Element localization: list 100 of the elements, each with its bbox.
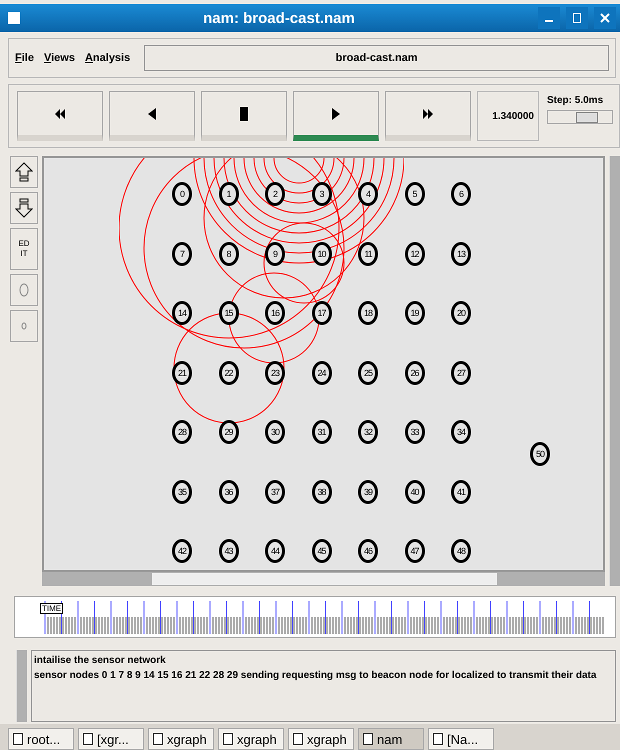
window-icon — [223, 733, 233, 745]
step-label: Step: 5.0ms — [547, 95, 604, 106]
window-menu-icon — [8, 12, 20, 24]
network-node: 39 — [358, 480, 378, 504]
menu-item[interactable]: Views — [44, 52, 75, 64]
network-node: 10 — [312, 242, 332, 266]
network-node: 29 — [218, 420, 238, 444]
horizontal-scrollbar[interactable] — [42, 572, 605, 586]
log-line: intailise the sensor network — [34, 655, 167, 666]
zoom-in-button[interactable] — [10, 156, 38, 188]
step-back-icon — [147, 108, 157, 120]
menu-item[interactable]: Analysis — [84, 52, 130, 64]
network-node: 42 — [172, 539, 192, 563]
network-node: 11 — [358, 242, 378, 266]
window-icon — [363, 733, 373, 745]
network-node: 47 — [404, 539, 424, 563]
taskbar-item[interactable]: nam — [358, 728, 424, 750]
step-slider[interactable] — [547, 110, 613, 124]
network-node: 5 — [404, 182, 424, 206]
network-node: 50 — [530, 442, 550, 466]
network-node: 25 — [358, 360, 378, 384]
node-tool-button[interactable] — [10, 274, 38, 306]
small-node-tool-button[interactable] — [10, 310, 38, 342]
network-node: 3 — [312, 182, 332, 206]
network-node: 9 — [265, 242, 285, 266]
close-button[interactable] — [594, 7, 616, 29]
network-node: 13 — [451, 242, 471, 266]
network-node: 19 — [404, 301, 424, 325]
time-display: 1.340000 — [477, 91, 539, 141]
file-name-field: broad-cast.nam — [144, 45, 609, 71]
network-node: 12 — [404, 242, 424, 266]
network-node: 14 — [172, 301, 192, 325]
log-scrollbar[interactable] — [16, 650, 27, 722]
window-icon — [433, 733, 443, 745]
network-node: 22 — [218, 360, 238, 384]
taskbar-item[interactable]: root... — [8, 728, 74, 750]
network-node: 15 — [218, 301, 238, 325]
network-node: 7 — [172, 242, 192, 266]
taskbar-item[interactable]: xgraph — [288, 728, 354, 750]
network-node: 31 — [312, 420, 332, 444]
minimize-button[interactable] — [538, 7, 560, 29]
network-node: 48 — [451, 539, 471, 563]
taskbar-item[interactable]: xgraph — [218, 728, 284, 750]
circle-icon — [19, 283, 29, 297]
network-node: 6 — [451, 182, 471, 206]
network-node: 24 — [312, 360, 332, 384]
network-node: 30 — [265, 420, 285, 444]
network-node: 27 — [451, 360, 471, 384]
network-node: 45 — [312, 539, 332, 563]
window-icon — [153, 733, 163, 745]
maximize-button[interactable] — [566, 7, 588, 29]
network-node: 4 — [358, 182, 378, 206]
network-node: 33 — [404, 420, 424, 444]
network-node: 37 — [265, 480, 285, 504]
playback-button[interactable] — [201, 91, 287, 141]
network-node: 35 — [172, 480, 192, 504]
network-node: 26 — [404, 360, 424, 384]
up-arrow-icon — [15, 162, 33, 182]
network-node: 23 — [265, 360, 285, 384]
window-title: nam: broad-cast.nam — [202, 10, 356, 26]
network-node: 18 — [358, 301, 378, 325]
menu-item[interactable]: File — [15, 52, 34, 64]
edit-button[interactable]: ED IT — [10, 228, 38, 270]
network-node: 28 — [172, 420, 192, 444]
vertical-scrollbar[interactable] — [609, 156, 620, 586]
timeline[interactable]: TIME — [14, 596, 616, 638]
window-icon — [293, 733, 303, 745]
taskbar-item[interactable]: [xgr... — [78, 728, 144, 750]
network-node: 21 — [172, 360, 192, 384]
network-node: 8 — [218, 242, 238, 266]
network-node: 16 — [265, 301, 285, 325]
network-node: 0 — [172, 182, 192, 206]
circle-icon — [21, 322, 27, 330]
network-node: 1 — [218, 182, 238, 206]
time-marker[interactable]: TIME — [40, 603, 64, 614]
close-icon — [600, 13, 610, 23]
fast-forward-icon — [422, 108, 434, 120]
network-node: 17 — [312, 301, 332, 325]
taskbar-item[interactable]: [Na... — [428, 728, 494, 750]
rewind-icon — [54, 108, 66, 120]
maximize-icon — [573, 13, 581, 23]
play-icon — [331, 108, 341, 120]
network-node: 34 — [451, 420, 471, 444]
network-node: 41 — [451, 480, 471, 504]
network-node: 44 — [265, 539, 285, 563]
window-icon — [13, 733, 23, 745]
window-icon — [83, 733, 93, 745]
log-line: sensor nodes 0 1 7 8 9 14 15 16 21 22 28 29 sending requesting msg to beacon node for localized to transmit their data — [34, 670, 598, 681]
network-node: 2 — [265, 182, 285, 206]
zoom-out-button[interactable] — [10, 192, 38, 224]
network-node: 20 — [451, 301, 471, 325]
network-node: 43 — [218, 539, 238, 563]
slider-thumb[interactable] — [576, 112, 598, 123]
network-node: 46 — [358, 539, 378, 563]
down-arrow-icon — [15, 198, 33, 218]
network-node: 40 — [404, 480, 424, 504]
network-node: 38 — [312, 480, 332, 504]
stop-icon — [240, 106, 248, 120]
network-node: 32 — [358, 420, 378, 444]
taskbar-item[interactable]: xgraph — [148, 728, 214, 750]
